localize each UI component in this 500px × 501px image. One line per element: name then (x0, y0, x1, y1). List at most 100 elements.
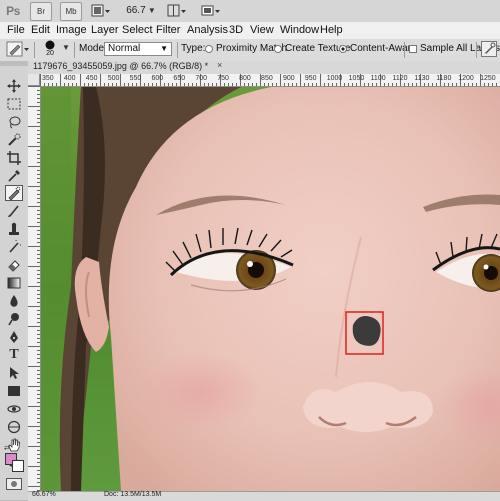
radio-label: Content-Aware (350, 43, 417, 54)
view-extras-icon (91, 4, 110, 16)
menu-image[interactable]: Image (56, 24, 87, 36)
clone-stamp-icon[interactable] (5, 221, 23, 237)
swap-colors-icon[interactable]: ⇄ (4, 444, 10, 452)
document-canvas[interactable] (41, 87, 500, 491)
eraser-icon[interactable] (5, 257, 23, 273)
gradient-icon[interactable] (5, 275, 23, 291)
path-select-icon[interactable] (5, 365, 23, 381)
ruler-label: 1180 (436, 75, 452, 82)
document-tab-title: 1179676_93455059.jpg @ 66.7% (RGB/8) * (33, 61, 209, 71)
photoshop-logo: Ps (6, 3, 20, 18)
eyedropper-icon[interactable] (5, 168, 23, 184)
zoom-level-value: 66.7 (126, 5, 146, 16)
dodge-icon[interactable] (5, 311, 23, 327)
chevron-down-icon: ▼ (145, 6, 156, 15)
vertical-ruler[interactable] (28, 86, 41, 491)
crop-icon[interactable] (5, 150, 23, 166)
status-doc-size: Doc: 13.5M/13.5M (104, 491, 162, 498)
chevron-down-icon: ▼ (62, 43, 70, 52)
menu-edit[interactable]: Edit (31, 24, 50, 36)
ruler-label: 350 (42, 75, 54, 82)
quick-select-icon[interactable] (5, 132, 23, 148)
ruler-label: 1000 (326, 75, 343, 82)
brush-tip-icon (45, 40, 55, 50)
checkbox-indicator (409, 44, 417, 53)
tools-panel: T (0, 61, 29, 500)
menu-analysis[interactable]: Analysis (187, 24, 228, 36)
view-extras-button[interactable] (90, 2, 112, 19)
options-bar: 20 ▼ Mode: Normal ▼ Type: Proximity Matc… (0, 39, 500, 62)
mini-bridge-button[interactable]: Mb (60, 2, 82, 21)
move-icon[interactable] (5, 78, 23, 94)
menu-help[interactable]: Help (320, 24, 343, 36)
history-brush-icon[interactable] (5, 239, 23, 255)
lasso-icon[interactable] (5, 114, 23, 130)
application-bar: Ps Br Mb 66.7 ▼ (0, 0, 500, 23)
ruler-origin[interactable] (28, 74, 40, 86)
ruler-label: 1130 (414, 75, 430, 82)
menu-filter[interactable]: Filter (156, 24, 180, 36)
ruler-label: 1200 (458, 75, 474, 82)
brush-picker[interactable]: 20 (40, 40, 60, 57)
ruler-label: 550 (129, 75, 142, 82)
options-separator (177, 42, 178, 58)
arrange-documents-icon (167, 4, 186, 16)
screen-mode-icon (201, 5, 220, 15)
ruler-label: 400 (63, 75, 76, 82)
ruler-label: 1050 (348, 75, 365, 82)
menu-select[interactable]: Select (122, 24, 153, 36)
blur-icon[interactable] (5, 293, 23, 309)
background-color-swatch[interactable] (12, 460, 24, 472)
options-separator (476, 42, 477, 58)
pen-icon[interactable] (5, 329, 23, 345)
brush-icon[interactable] (5, 203, 23, 219)
brush-size-value: 20 (46, 50, 54, 57)
menu-view[interactable]: View (250, 24, 274, 36)
screen-mode-button[interactable] (200, 2, 222, 19)
ruler-label: 800 (239, 75, 251, 82)
brush-picker-arrow[interactable]: ▼ (62, 43, 70, 52)
ruler-label: 600 (151, 75, 164, 82)
tools-panel-grip[interactable] (0, 61, 28, 66)
tablet-pressure-button[interactable] (481, 41, 497, 57)
menu-3d[interactable]: 3D (229, 24, 243, 36)
ruler-ticks (28, 86, 40, 491)
3d-orbit-icon[interactable] (5, 419, 23, 435)
photo-portrait (41, 87, 500, 491)
3d-rotate-icon[interactable] (5, 401, 23, 417)
ruler-label: 850 (261, 75, 273, 82)
arrange-documents-button[interactable] (166, 2, 188, 19)
ruler-label: 1250 (480, 75, 496, 82)
document-tab[interactable]: 1179676_93455059.jpg @ 66.7% (RGB/8) * × (28, 60, 500, 75)
ruler-label: 1120 (392, 75, 408, 82)
radio-indicator (205, 44, 213, 53)
horizontal-ruler[interactable]: 350 400 450 500 550 600 650 700 750 800 850 900 950 1… (40, 74, 500, 87)
status-zoom[interactable]: 66.67% (32, 491, 56, 498)
zoom-level-field[interactable]: 66.7 ▼ (124, 2, 158, 19)
shape-icon[interactable] (5, 383, 23, 399)
bridge-button[interactable]: Br (30, 2, 52, 21)
ruler-label: 1100 (370, 75, 386, 82)
ruler-label: 700 (195, 75, 208, 82)
menu-file[interactable]: File (7, 24, 25, 36)
mode-select-value: Normal (108, 43, 141, 54)
type-icon[interactable]: T (5, 347, 23, 363)
close-icon[interactable]: × (217, 60, 222, 70)
options-separator (74, 42, 75, 58)
tool-preset-picker[interactable] (6, 41, 30, 57)
menu-bar: File Edit Image Layer Select Filter Anal… (0, 22, 500, 40)
mode-label: Mode: (79, 43, 107, 54)
ruler-label: 650 (173, 75, 186, 82)
ruler-label: 750 (217, 75, 229, 82)
ruler-label: 450 (85, 75, 98, 82)
menu-layer[interactable]: Layer (91, 24, 119, 36)
marquee-icon[interactable] (5, 96, 23, 112)
mode-select[interactable]: Normal ▼ (104, 42, 172, 56)
ruler-label: 500 (107, 75, 120, 82)
spot-healing-brush-icon[interactable] (5, 185, 23, 201)
ruler-label: 950 (304, 75, 317, 82)
options-separator (404, 42, 405, 58)
quick-mask-icon[interactable] (6, 478, 22, 490)
options-separator (34, 42, 35, 58)
menu-window[interactable]: Window (280, 24, 319, 36)
